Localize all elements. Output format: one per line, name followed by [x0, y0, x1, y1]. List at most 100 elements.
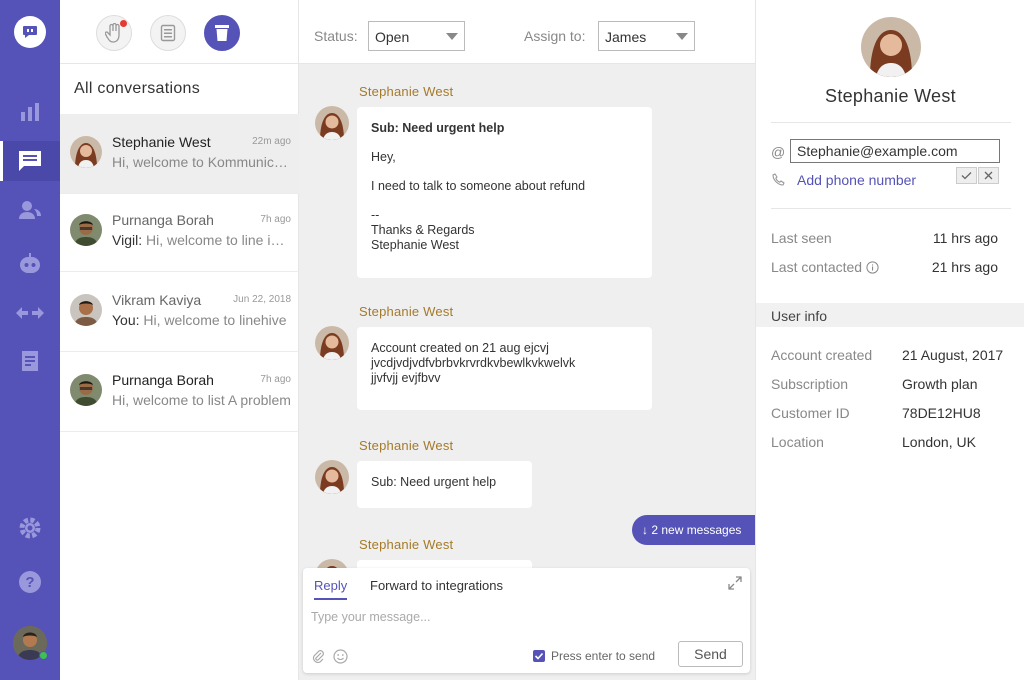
message-sender: Stephanie West — [359, 84, 454, 99]
users-icon[interactable] — [0, 190, 60, 230]
preview-sender: You: — [112, 312, 140, 328]
attachment-icon[interactable] — [312, 649, 324, 666]
contact-name: Stephanie West — [112, 134, 211, 150]
tab-forward-to-integrations[interactable]: Forward to integrations — [370, 578, 503, 598]
reply-box: Reply Forward to integrations Press ente… — [303, 568, 750, 673]
preview-text: Hi, welcome to linehive — [139, 312, 287, 328]
chat-panel: Status: Open Assign to: James Stephanie … — [299, 0, 755, 680]
assign-label: Assign to: — [524, 28, 586, 44]
divider — [771, 208, 1011, 209]
preview-text: Hi, welcome to list A problem — [112, 392, 291, 408]
last-seen-value: 11 hrs ago — [932, 230, 998, 246]
email-field[interactable] — [790, 139, 1000, 163]
message-sender: Stephanie West — [359, 537, 454, 552]
chat-header: Status: Open Assign to: James — [299, 0, 755, 64]
conversations-icon[interactable] — [0, 141, 60, 181]
chat-logo-icon[interactable] — [14, 16, 46, 48]
user-details-panel: Stephanie West @ Add phone number Last s… — [755, 0, 1024, 680]
status-select-value: Open — [375, 29, 410, 45]
hand-icon[interactable] — [96, 15, 132, 51]
conversation-time: 7h ago — [260, 214, 291, 225]
chevron-down-icon — [446, 33, 458, 40]
online-status-dot — [39, 651, 48, 660]
message-avatar — [315, 106, 349, 140]
send-button[interactable]: Send — [678, 641, 743, 667]
chevron-down-icon — [676, 33, 688, 40]
conversation-item[interactable]: Purnanga Borah 7h ago Hi, welcome to lis… — [60, 352, 299, 432]
last-contacted-text: Last contacted — [771, 259, 863, 275]
conversation-time: Jun 22, 2018 — [233, 294, 291, 305]
contact-name: Purnanga Borah — [112, 372, 214, 388]
last-contacted-value: 21 hrs ago — [931, 259, 998, 275]
message-sender: Stephanie West — [359, 438, 454, 453]
status-label: Status: — [314, 28, 358, 44]
conversation-preview: Hi, welcome to list A problem — [112, 392, 292, 408]
expand-icon[interactable] — [728, 576, 742, 593]
assign-select-value: James — [605, 29, 647, 45]
contact-avatar — [70, 374, 102, 406]
message-bubble: Sub: Need urgent help — [357, 461, 532, 508]
add-phone-link[interactable]: Add phone number — [797, 172, 916, 188]
conversation-list-title: All conversations — [74, 80, 201, 97]
contact-name: Purnanga Borah — [112, 212, 214, 228]
message-line: I need to talk to someone about refund — [371, 179, 586, 193]
info-label: Account created — [771, 347, 873, 363]
status-select[interactable]: Open — [368, 21, 465, 51]
integrations-icon[interactable] — [0, 293, 60, 333]
confirm-email-button[interactable] — [956, 167, 977, 184]
divider — [771, 122, 1011, 123]
info-label: Location — [771, 434, 824, 450]
help-icon[interactable]: ? — [0, 562, 60, 602]
unread-dot — [120, 20, 127, 27]
conversation-time: 22m ago — [252, 136, 291, 147]
info-label: Customer ID — [771, 405, 850, 421]
user-name: Stephanie West — [825, 86, 956, 106]
message-line: Hey, — [371, 150, 396, 164]
info-value: London, UK — [902, 434, 976, 450]
message-input[interactable] — [311, 610, 731, 624]
message-sender: Stephanie West — [359, 304, 454, 319]
conversation-item[interactable]: Vikram Kaviya Jun 22, 2018 You: Hi, welc… — [60, 272, 299, 352]
preview-text: Hi, welcome to Kommunicate — [112, 154, 292, 170]
bot-icon[interactable] — [0, 244, 60, 284]
email-icon: @ — [771, 144, 786, 160]
preview-text: Hi, welcome to line inbox — [142, 232, 292, 248]
contact-avatar — [70, 294, 102, 326]
user-info-header: User info — [756, 303, 1024, 327]
info-value: 21 August, 2017 — [902, 347, 1004, 363]
info-icon[interactable] — [866, 261, 879, 274]
settings-icon[interactable] — [0, 508, 60, 548]
notepad-icon[interactable] — [150, 15, 186, 51]
message-bubble: Sub: Need urgent help Hey, I need to tal… — [357, 107, 652, 278]
knowledge-base-icon[interactable] — [0, 341, 60, 381]
press-enter-label: Press enter to send — [551, 649, 656, 663]
bar-chart-icon[interactable] — [0, 92, 60, 132]
conversation-time: 7h ago — [260, 374, 291, 385]
last-seen-label: Last seen — [771, 230, 832, 246]
svg-text:?: ? — [25, 574, 34, 591]
info-value: Growth plan — [902, 376, 978, 392]
contact-name: Vikram Kaviya — [112, 292, 202, 308]
new-messages-button[interactable]: ↓ 2 new messages — [632, 515, 755, 545]
message-signature: -- Thanks & Regards Stephanie West — [371, 208, 475, 252]
left-nav: ? — [0, 0, 60, 680]
conversation-filters — [60, 0, 299, 64]
conversation-preview: Vigil: Hi, welcome to line inbox — [112, 232, 292, 248]
conversation-item[interactable]: Stephanie West 22m ago Hi, welcome to Ko… — [60, 114, 299, 194]
last-contacted-label: Last contacted — [771, 259, 879, 275]
press-enter-checkbox[interactable] — [533, 650, 545, 662]
contact-avatar — [70, 214, 102, 246]
emoji-icon[interactable] — [333, 649, 348, 667]
message-avatar — [315, 326, 349, 360]
info-value: 78DE12HU8 — [902, 405, 981, 421]
contact-avatar — [70, 136, 102, 168]
conversation-list-panel: All conversations Stephanie West 22m ago… — [60, 0, 299, 680]
archive-icon[interactable] — [204, 15, 240, 51]
phone-icon — [772, 173, 785, 189]
cancel-email-button[interactable] — [978, 167, 999, 184]
tab-reply[interactable]: Reply — [314, 578, 348, 600]
message-avatar — [315, 460, 349, 494]
assign-select[interactable]: James — [598, 21, 695, 51]
conversation-item[interactable]: Purnanga Borah 7h ago Vigil: Hi, welcome… — [60, 192, 299, 272]
message-bubble: Account created on 21 aug ejcvj jvcdjvdj… — [357, 327, 652, 410]
